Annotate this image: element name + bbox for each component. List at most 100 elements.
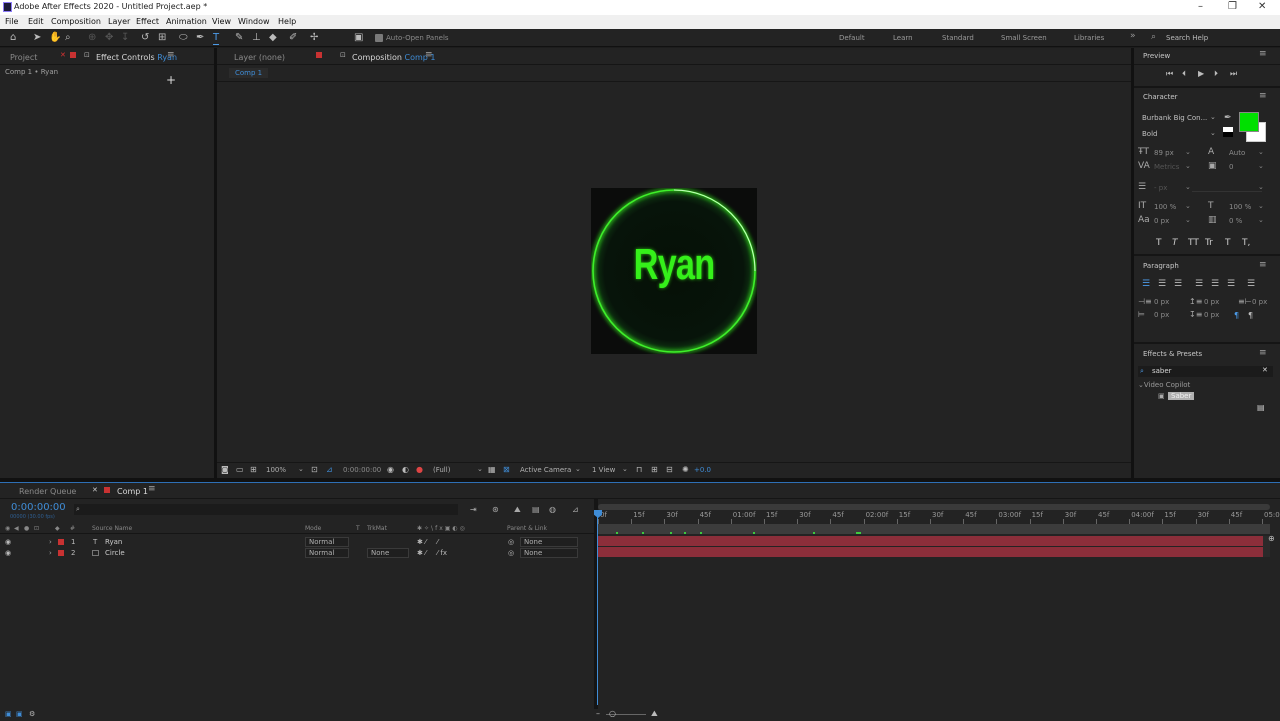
effects-category[interactable]: ⌄Video Copilot	[1138, 381, 1190, 389]
panel-menu-icon[interactable]: ≡	[167, 50, 175, 60]
scroll-up-icon[interactable]: ⊕	[1268, 534, 1275, 543]
horizontal-scale-field[interactable]: 100 %	[1229, 203, 1251, 211]
rtl-direction-icon[interactable]: ¶	[1248, 311, 1253, 320]
tab-layer[interactable]: Layer (none)	[234, 53, 285, 62]
views-dropdown[interactable]: 1 View	[592, 466, 615, 474]
panel-menu-icon[interactable]: ≡	[425, 50, 433, 60]
previous-frame-icon[interactable]: ⏴	[1182, 69, 1186, 79]
font-size-field[interactable]: 89 px	[1154, 149, 1174, 157]
pan-behind-tool-icon[interactable]: ⊞	[158, 32, 166, 44]
justify-last-center-icon[interactable]: ☰	[1211, 279, 1219, 289]
panel-menu-icon[interactable]: ≡	[1259, 91, 1267, 101]
effects-search-input[interactable]: ⌕ saber ✕	[1138, 366, 1273, 377]
close-tab-icon[interactable]: ✕	[92, 486, 98, 494]
composition-viewer[interactable]: Ryan	[591, 188, 757, 354]
indent-first-field[interactable]: 0 px	[1154, 311, 1169, 319]
workspace-small-screen[interactable]: Small Screen	[1001, 34, 1047, 42]
type-tool-icon[interactable]: T	[213, 32, 220, 45]
superscript-button[interactable]: T	[1225, 238, 1231, 248]
baseline-shift-field[interactable]: 0 px	[1154, 217, 1169, 225]
brush-tool-icon[interactable]: ✎	[235, 32, 243, 44]
panel-menu-icon[interactable]: ≡	[1259, 260, 1267, 270]
layer-label-color[interactable]	[58, 550, 64, 556]
graph-editor-icon[interactable]: ⊿	[572, 505, 579, 514]
pen-tool-icon[interactable]: ✒	[196, 32, 204, 44]
new-preset-icon[interactable]: ▤	[1257, 403, 1265, 412]
tracking-field[interactable]: 0	[1229, 163, 1233, 171]
flowchart-icon[interactable]: ⊟	[666, 464, 673, 476]
roto-brush-tool-icon[interactable]: ✐	[289, 32, 297, 44]
align-left-icon[interactable]: ☰	[1142, 279, 1150, 289]
fill-color-swatch[interactable]	[1239, 112, 1259, 132]
menu-layer[interactable]: Layer	[108, 17, 130, 26]
color-channels-icon[interactable]: ●	[416, 464, 423, 476]
menu-composition[interactable]: Composition	[51, 17, 101, 26]
parent-dropdown[interactable]: None	[520, 548, 578, 558]
dolly-tool-icon[interactable]: ↧	[121, 32, 129, 44]
puppet-pin-tool-icon[interactable]: ✢	[310, 32, 318, 44]
effects-switch-icon[interactable]: ⁄ fx	[437, 549, 447, 557]
subscript-button[interactable]: T,	[1242, 238, 1250, 248]
current-time-display[interactable]: 0:00:00:00	[11, 502, 66, 513]
faux-italic-button[interactable]: T	[1172, 238, 1178, 248]
camera-dropdown[interactable]: Active Camera	[520, 466, 571, 474]
indent-left-field[interactable]: 0 px	[1154, 298, 1169, 306]
shy-icon[interactable]: ⛰	[514, 505, 521, 515]
close-icon[interactable]: ✕	[1258, 1, 1266, 12]
all-caps-button[interactable]: TT	[1188, 238, 1199, 248]
zoom-dropdown[interactable]: 100%	[266, 466, 286, 474]
resolution-dropdown[interactable]: (Full)	[433, 466, 450, 474]
fast-previews-icon[interactable]: ⊠	[503, 464, 510, 476]
show-snapshot-icon[interactable]: ◐	[402, 464, 409, 476]
space-before-field[interactable]: 0 px	[1204, 298, 1219, 306]
layer-row[interactable]: ◉ › 2 Circle Normal None ✱ ⁄ ⁄ fx ◎ None	[0, 548, 594, 559]
parent-dropdown[interactable]: None	[520, 537, 578, 547]
workspace-overflow-icon[interactable]: »	[1130, 31, 1136, 41]
tab-project[interactable]: Project	[10, 53, 37, 62]
tab-comp-1[interactable]: Comp 1	[117, 487, 148, 496]
stroke-width-field[interactable]: - px	[1154, 184, 1167, 192]
toggle-switches-icon[interactable]: ▣	[5, 710, 12, 718]
align-center-icon[interactable]: ☰	[1158, 279, 1166, 289]
comp-mini-flowchart-icon[interactable]: ⇥	[470, 505, 477, 514]
monitor-icon[interactable]: ▭	[236, 464, 244, 476]
reset-exposure-icon[interactable]: ✺	[682, 464, 689, 476]
small-caps-button[interactable]: Tr	[1205, 238, 1213, 248]
hand-tool-icon[interactable]: ✋	[49, 32, 61, 44]
eyedropper-icon[interactable]: ✒	[1224, 113, 1232, 123]
layer-switches-icon[interactable]: ✱ ⁄	[417, 538, 426, 546]
effect-item-saber[interactable]: Saber	[1168, 392, 1195, 400]
layer-bar-ryan[interactable]	[598, 536, 1263, 546]
close-tab-icon[interactable]: ✕	[60, 51, 66, 59]
justify-all-icon[interactable]: ☰	[1247, 279, 1255, 289]
clear-search-icon[interactable]: ✕	[1262, 366, 1268, 374]
fit-icon[interactable]: ⊡	[311, 464, 318, 476]
restore-icon[interactable]: ❐	[1228, 1, 1237, 12]
layer-name[interactable]: Circle	[105, 549, 125, 557]
snapping-icon[interactable]: ▣	[354, 32, 363, 44]
tab-effect-controls[interactable]: Effect Controls Ryan	[96, 53, 177, 62]
workspace-libraries[interactable]: Libraries	[1074, 34, 1104, 42]
justify-last-right-icon[interactable]: ☰	[1227, 279, 1235, 289]
search-help-field[interactable]: Search Help	[1166, 34, 1208, 42]
selection-tool-icon[interactable]: ➤	[33, 32, 41, 44]
lock-icon[interactable]: ⊡	[340, 51, 346, 59]
menu-file[interactable]: File	[5, 17, 18, 26]
zoom-slider-handle[interactable]: ○	[609, 709, 616, 718]
layer-mode-dropdown[interactable]: Normal	[305, 537, 349, 547]
zoom-tool-icon[interactable]: ⌕	[65, 32, 71, 44]
kerning-field[interactable]: Metrics	[1154, 163, 1179, 171]
last-frame-icon[interactable]: ⏭	[1230, 69, 1237, 79]
toggle-transparency-icon[interactable]: ▦	[488, 464, 496, 476]
search-help-icon[interactable]: ⌕	[1151, 32, 1156, 42]
stroke-style-dropdown[interactable]	[1192, 182, 1262, 192]
panel-menu-icon[interactable]: ≡	[1259, 348, 1267, 358]
expand-arrow-icon[interactable]: ›	[49, 538, 52, 546]
ellipse-tool-icon[interactable]: ⬭	[179, 32, 188, 44]
motion-blur-icon[interactable]: ◍	[549, 505, 556, 514]
panel-menu-icon[interactable]: ≡	[1259, 49, 1267, 59]
first-frame-icon[interactable]: ⏮	[1166, 69, 1173, 79]
layer-label-color[interactable]	[58, 539, 64, 545]
menu-edit[interactable]: Edit	[28, 17, 44, 26]
rotate-tool-icon[interactable]: ↺	[141, 32, 149, 44]
